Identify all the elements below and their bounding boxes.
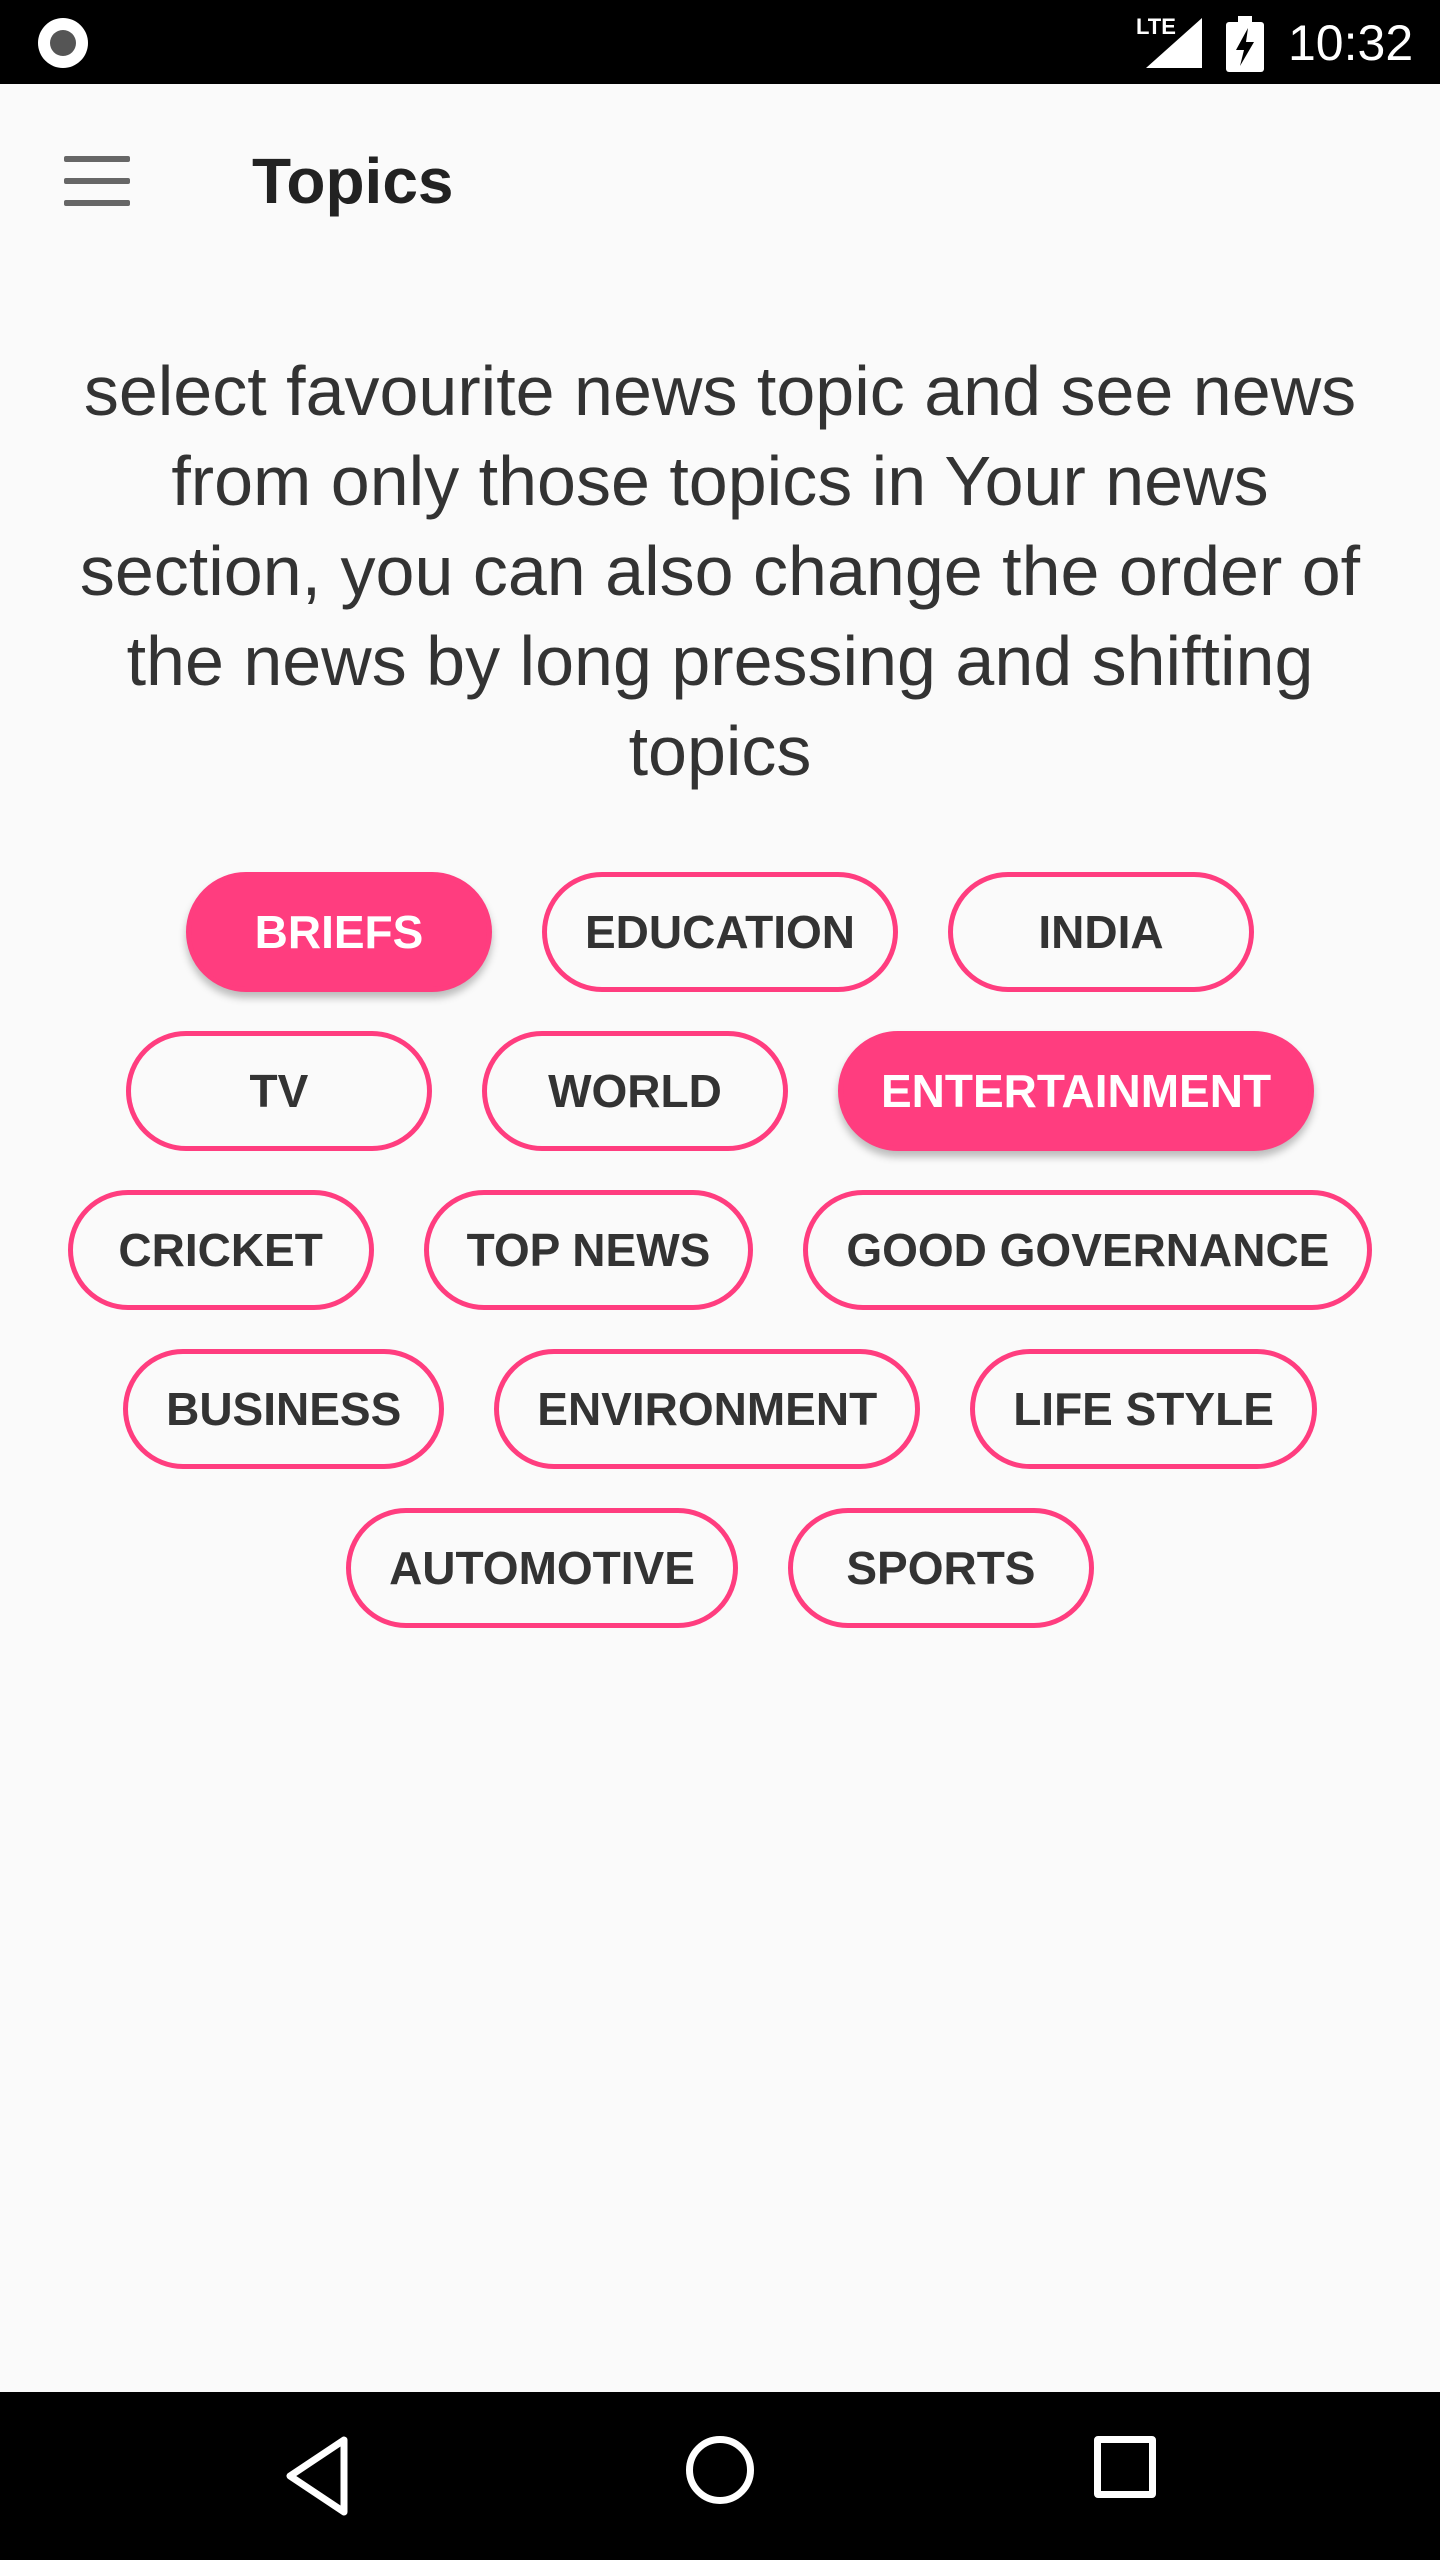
recent-apps-icon[interactable] [1094, 2436, 1156, 2498]
topic-chip-tv[interactable]: TV [125, 1031, 432, 1151]
topic-chip-education[interactable]: EDUCATION [541, 872, 899, 992]
app-bar: Topics [0, 84, 1440, 284]
signal-icon [1146, 18, 1202, 68]
menu-icon[interactable] [64, 156, 130, 208]
topic-chip-entertainment[interactable]: ENTERTAINMENT [837, 1031, 1315, 1151]
topic-row: AUTOMOTIVE SPORTS [0, 1508, 1440, 1632]
topic-chips: BRIEFS EDUCATION INDIA TV WORLD ENTERTAINMENT… [0, 872, 1440, 1667]
topic-chip-life-style[interactable]: LIFE STYLE [970, 1349, 1317, 1469]
record-icon [38, 18, 88, 68]
topic-row: BRIEFS EDUCATION INDIA [0, 872, 1440, 996]
back-icon[interactable] [282, 2434, 352, 2518]
topic-chip-briefs[interactable]: BRIEFS [185, 872, 492, 992]
status-bar: LTE 10:32 [0, 0, 1440, 84]
topic-row: CRICKET TOP NEWS GOOD GOVERNANCE [0, 1190, 1440, 1314]
topic-chip-india[interactable]: INDIA [948, 872, 1255, 992]
topic-chip-good-governance[interactable]: GOOD GOVERNANCE [803, 1190, 1373, 1310]
navigation-bar [0, 2392, 1440, 2560]
intro-text: select favourite news topic and see news… [79, 352, 1361, 790]
battery-charging-icon [1226, 16, 1264, 72]
home-icon[interactable] [686, 2436, 754, 2504]
status-time: 10:32 [1288, 15, 1414, 71]
topic-row: TV WORLD ENTERTAINMENT [0, 1031, 1440, 1155]
topic-row: BUSINESS ENVIRONMENT LIFE STYLE [0, 1349, 1440, 1473]
page-title: Topics [252, 145, 454, 217]
topic-chip-world[interactable]: WORLD [481, 1031, 788, 1151]
topic-chip-automotive[interactable]: AUTOMOTIVE [346, 1508, 738, 1628]
topic-chip-cricket[interactable]: CRICKET [67, 1190, 374, 1310]
topic-chip-top-news[interactable]: TOP NEWS [423, 1190, 754, 1310]
topic-chip-sports[interactable]: SPORTS [787, 1508, 1094, 1628]
topic-chip-environment[interactable]: ENVIRONMENT [494, 1349, 921, 1469]
topic-chip-business[interactable]: BUSINESS [123, 1349, 445, 1469]
